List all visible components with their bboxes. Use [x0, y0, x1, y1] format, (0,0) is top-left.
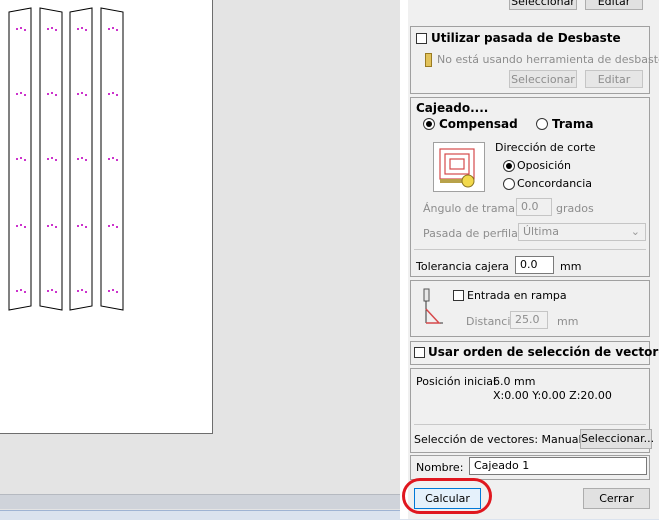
compensated-label: Compensad: [439, 117, 518, 131]
raster-angle-unit: grados: [556, 202, 594, 215]
vector-selection-mode: Manual: [541, 433, 582, 446]
pocket-title: Cajeado....: [416, 101, 489, 115]
tolerance-label: Tolerancia cajera: [416, 260, 509, 273]
ramp-distance-input[interactable]: 25.0: [510, 311, 548, 329]
roughing-checkbox[interactable]: [416, 33, 427, 44]
climb-radio[interactable]: [503, 178, 515, 190]
raster-label: Trama: [552, 117, 594, 131]
section-divider: [414, 249, 646, 250]
profile-pass-value: Última: [523, 225, 559, 238]
name-input[interactable]: Cajeado 1: [469, 457, 647, 475]
close-button[interactable]: Cerrar: [583, 488, 650, 509]
roughing-title: Utilizar pasada de Desbaste: [431, 31, 621, 45]
vector-order-title: Usar orden de selección de vectores: [428, 345, 659, 359]
ramp-distance-unit: mm: [557, 315, 579, 328]
tolerance-unit: mm: [560, 260, 582, 273]
vector-select-button[interactable]: Seleccionar...: [580, 429, 654, 449]
climb-label: Concordancia: [517, 177, 593, 190]
tolerance-input[interactable]: 0.0: [515, 256, 554, 274]
calculate-highlight-annotation: [402, 478, 492, 514]
tool-icon: [425, 53, 432, 67]
start-position-label: Posición inicial: [416, 375, 497, 388]
roughing-status: No está usando herramienta de desbaste: [437, 53, 659, 66]
roughing-select-button[interactable]: Seleccionar: [509, 70, 577, 88]
vector-strips: [8, 7, 124, 311]
raster-angle-label: Ángulo de trama: [423, 202, 516, 215]
profile-pass-label: Pasada de perfilado: [423, 227, 532, 240]
panel-splitter[interactable]: [400, 0, 408, 519]
drawing-sheet[interactable]: [0, 0, 213, 434]
start-position-value: 6.0 mm: [493, 375, 536, 388]
ramp-checkbox[interactable]: [453, 290, 464, 301]
raster-angle-input[interactable]: 0.0: [516, 198, 552, 216]
name-label: Nombre:: [416, 461, 464, 474]
top-edit-button[interactable]: Editar: [585, 0, 643, 10]
raster-radio[interactable]: [536, 118, 548, 130]
start-position-coords: X:0.00 Y:0.00 Z:20.00: [493, 389, 612, 402]
top-select-button[interactable]: Seleccionar: [509, 0, 577, 10]
roughing-edit-button[interactable]: Editar: [585, 70, 643, 88]
conventional-radio[interactable]: [503, 160, 515, 172]
compensated-radio[interactable]: [423, 118, 435, 130]
ramp-icon: [419, 287, 447, 329]
chevron-down-icon: ⌄: [630, 225, 640, 238]
cut-direction-label: Dirección de corte: [495, 141, 596, 154]
horizontal-scrollbar[interactable]: [0, 494, 400, 509]
profile-pass-select[interactable]: Última ⌄: [518, 223, 646, 241]
conventional-label: Oposición: [517, 159, 571, 172]
pocket-offset-icon: [433, 142, 485, 192]
vector-selection-text: Selección de vectores:: [414, 433, 539, 446]
section-divider: [414, 424, 646, 425]
ramp-title: Entrada en rampa: [467, 289, 567, 302]
vector-selection-label: Selección de vectores: Manual: [414, 433, 582, 446]
vector-order-checkbox[interactable]: [414, 347, 425, 358]
